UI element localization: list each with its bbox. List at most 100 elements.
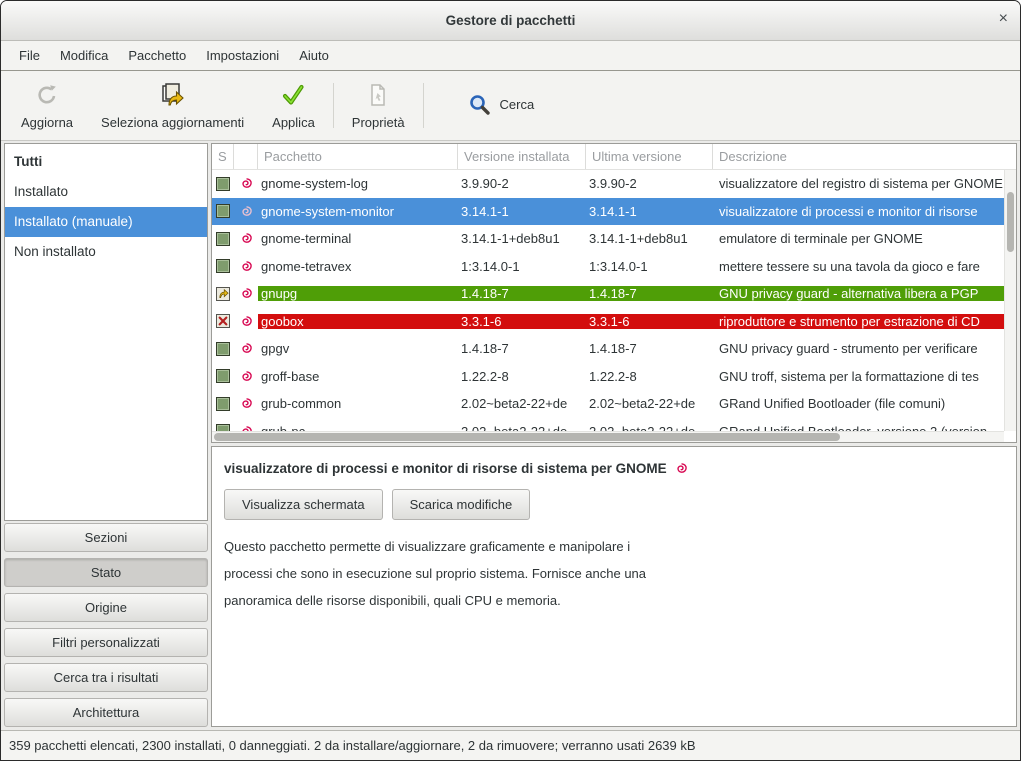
filter-item-tutti[interactable]: Tutti xyxy=(5,147,207,177)
latest-version: 2.02~beta2-22+de xyxy=(586,396,713,411)
close-icon[interactable]: × xyxy=(999,11,1008,27)
apply-button[interactable]: Applica xyxy=(258,75,329,136)
package-name: gpgv xyxy=(258,341,458,356)
package-name: gnome-terminal xyxy=(258,231,458,246)
table-row[interactable]: gnome-system-monitor3.14.1-13.14.1-1visu… xyxy=(212,198,1016,226)
table-row[interactable]: gpgv1.4.18-71.4.18-7GNU privacy guard - … xyxy=(212,335,1016,363)
package-table: S PacchettoVersione installataUltima vers… xyxy=(211,143,1017,443)
installed-version: 1.4.18-7 xyxy=(458,286,586,301)
toolbar-separator xyxy=(423,83,424,128)
column-header-descrizione[interactable]: Descrizione xyxy=(713,144,1016,169)
debian-swirl-icon xyxy=(234,369,258,384)
package-name: groff-base xyxy=(258,369,458,384)
package-description: visualizzatore del registro di sistema p… xyxy=(713,176,1016,191)
toolbar: Aggiorna Seleziona aggiornamenti Applica… xyxy=(1,71,1020,141)
installed-version: 3.14.1-1+deb8u1 xyxy=(458,231,586,246)
detail-description: Questo pacchetto permette di visualizzar… xyxy=(224,533,1004,614)
package-name: gnupg xyxy=(258,286,458,301)
latest-version: 1.4.18-7 xyxy=(586,286,713,301)
status-cell xyxy=(212,369,234,383)
status-reinstall-icon[interactable] xyxy=(216,287,230,301)
main-area: TuttiInstallatoInstallato (manuale)Non i… xyxy=(1,141,1020,730)
refresh-button[interactable]: Aggiorna xyxy=(7,75,87,136)
column-header-ultima-versione[interactable]: Ultima versione xyxy=(586,144,713,169)
sidebar-button-architettura[interactable]: Architettura xyxy=(4,698,208,727)
column-header-versione-installata[interactable]: Versione installata xyxy=(458,144,586,169)
menu-item-impostazioni[interactable]: Impostazioni xyxy=(196,41,289,70)
mark-upgrades-button[interactable]: Seleziona aggiornamenti xyxy=(87,75,258,136)
vertical-scrollbar[interactable] xyxy=(1004,170,1016,431)
sidebar-button-origine[interactable]: Origine xyxy=(4,593,208,622)
content-area: S PacchettoVersione installataUltima vers… xyxy=(211,143,1017,727)
filter-item-non-installato[interactable]: Non installato xyxy=(5,237,207,267)
table-row[interactable]: gnome-tetravex1:3.14.0-11:3.14.0-1metter… xyxy=(212,253,1016,281)
installed-version: 3.9.90-2 xyxy=(458,176,586,191)
titlebar[interactable]: Gestore di pacchetti × xyxy=(1,1,1020,41)
status-installed-icon[interactable] xyxy=(216,342,230,356)
properties-icon xyxy=(365,81,391,108)
status-installed-icon[interactable] xyxy=(216,232,230,246)
horizontal-scrollbar[interactable] xyxy=(212,431,1004,442)
package-description: riproduttore e strumento per estrazione … xyxy=(713,314,1016,329)
sidebar-button-stato[interactable]: Stato xyxy=(4,558,208,587)
table-row[interactable]: groff-base1.22.2-81.22.2-8GNU troff, sis… xyxy=(212,363,1016,391)
installed-version: 1:3.14.0-1 xyxy=(458,259,586,274)
menu-item-modifica[interactable]: Modifica xyxy=(50,41,118,70)
menu-item-pacchetto[interactable]: Pacchetto xyxy=(118,41,196,70)
detail-title: visualizzatore di processi e monitor di … xyxy=(224,461,667,476)
latest-version: 1:3.14.0-1 xyxy=(586,259,713,274)
table-row[interactable]: grub-common2.02~beta2-22+de2.02~beta2-22… xyxy=(212,390,1016,418)
properties-button[interactable]: Proprietà xyxy=(338,75,419,136)
package-description: GNU privacy guard - strumento per verifi… xyxy=(713,341,1016,356)
status-installed-icon[interactable] xyxy=(216,204,230,218)
status-installed-icon[interactable] xyxy=(216,397,230,411)
horizontal-scrollbar-thumb[interactable] xyxy=(214,433,840,441)
vertical-scrollbar-thumb[interactable] xyxy=(1007,192,1014,252)
column-header-s[interactable]: S xyxy=(212,144,234,169)
latest-version: 3.14.1-1 xyxy=(586,204,713,219)
status-cell xyxy=(212,342,234,356)
status-installed-icon[interactable] xyxy=(216,259,230,273)
installed-version: 2.02~beta2-22+de xyxy=(458,396,586,411)
table-row[interactable]: goobox3.3.1-63.3.1-6riproduttore e strum… xyxy=(212,308,1016,336)
refresh-label: Aggiorna xyxy=(21,115,73,130)
column-header-pacchetto[interactable]: Pacchetto xyxy=(258,144,458,169)
status-cell xyxy=(212,204,234,218)
status-remove-icon[interactable] xyxy=(216,314,230,328)
sidebar-button-filtri-personalizzati[interactable]: Filtri personalizzati xyxy=(4,628,208,657)
filter-item-installato[interactable]: Installato xyxy=(5,177,207,207)
description-line: panoramica delle risorse disponibili, qu… xyxy=(224,587,1004,614)
search-icon xyxy=(468,93,492,117)
visualizza-schermata-button[interactable]: Visualizza schermata xyxy=(224,489,383,520)
package-description: mettere tessere su una tavola da gioco e… xyxy=(713,259,1016,274)
status-installed-icon[interactable] xyxy=(216,369,230,383)
debian-swirl-icon xyxy=(674,461,689,476)
installed-version: 1.4.18-7 xyxy=(458,341,586,356)
statusbar: 359 pacchetti elencati, 2300 installati,… xyxy=(1,730,1020,760)
properties-label: Proprietà xyxy=(352,115,405,130)
table-header: S PacchettoVersione installataUltima vers… xyxy=(212,144,1016,170)
package-name: gnome-tetravex xyxy=(258,259,458,274)
debian-swirl-icon xyxy=(234,314,258,329)
filter-item-installato-manuale[interactable]: Installato (manuale) xyxy=(5,207,207,237)
sidebar-button-sezioni[interactable]: Sezioni xyxy=(4,523,208,552)
sidebar-button-cerca-tra-i-risultati[interactable]: Cerca tra i risultati xyxy=(4,663,208,692)
status-cell xyxy=(212,232,234,246)
package-description: GNU troff, sistema per la formattazione … xyxy=(713,369,1016,384)
detail-buttons: Visualizza schermata Scarica modifiche xyxy=(224,489,1004,520)
menu-item-file[interactable]: File xyxy=(9,41,50,70)
debian-swirl-icon xyxy=(234,204,258,219)
table-row[interactable]: gnupg1.4.18-71.4.18-7GNU privacy guard -… xyxy=(212,280,1016,308)
status-cell xyxy=(212,314,234,328)
apply-label: Applica xyxy=(272,115,315,130)
search-button[interactable]: Cerca xyxy=(454,75,549,136)
menu-item-aiuto[interactable]: Aiuto xyxy=(289,41,339,70)
status-cell xyxy=(212,259,234,273)
refresh-icon xyxy=(34,81,60,108)
status-installed-icon[interactable] xyxy=(216,177,230,191)
search-label: Cerca xyxy=(500,97,535,112)
column-header-icon[interactable] xyxy=(234,144,258,169)
table-row[interactable]: gnome-system-log3.9.90-23.9.90-2visualiz… xyxy=(212,170,1016,198)
table-row[interactable]: gnome-terminal3.14.1-1+deb8u13.14.1-1+de… xyxy=(212,225,1016,253)
scarica-modifiche-button[interactable]: Scarica modifiche xyxy=(392,489,531,520)
